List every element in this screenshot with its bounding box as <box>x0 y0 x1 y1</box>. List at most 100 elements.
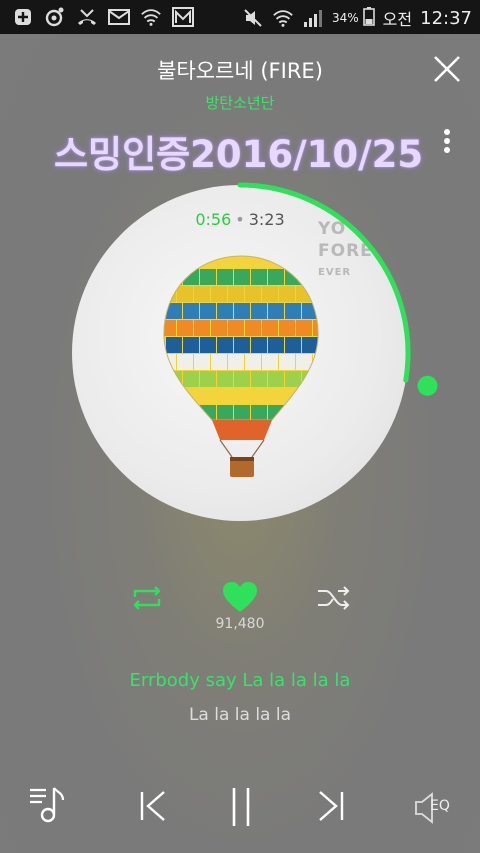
like-button[interactable] <box>221 580 259 614</box>
balloon-panel <box>245 286 261 302</box>
song-title: 불타오르네 (FIRE) <box>157 59 323 83</box>
balloon-panel <box>262 256 278 268</box>
balloon-panel <box>200 337 216 353</box>
balloon-panel <box>183 405 199 420</box>
balloon-panel <box>166 269 182 285</box>
balloon-panel <box>160 422 176 438</box>
balloon-panel <box>200 371 216 387</box>
time-separator: • <box>235 210 245 229</box>
battery-percent: 34% <box>332 11 359 25</box>
balloon-panel <box>245 320 261 336</box>
balloon-panel <box>245 354 261 370</box>
missed-call-icon <box>76 6 98 28</box>
playlist-button[interactable] <box>28 780 68 830</box>
balloon-panel <box>251 337 267 353</box>
balloon-panel <box>296 320 312 336</box>
balloon-panel <box>177 422 193 438</box>
balloon-panel <box>279 286 295 302</box>
balloon-panel <box>268 337 284 353</box>
balloon-panel <box>302 269 318 285</box>
balloon-panel <box>234 337 250 353</box>
balloon-panel <box>234 303 250 319</box>
balloon-panel <box>319 371 322 387</box>
status-bar: 34% 오전 12:37 <box>0 0 480 34</box>
streaming-proof-text: 스밍인증2016/10/25 <box>54 133 424 176</box>
balloon-panel <box>268 303 284 319</box>
balloon-panel <box>177 256 193 268</box>
skip-previous-icon <box>140 791 165 821</box>
balloon-panel <box>285 371 301 387</box>
balloon-panel <box>228 388 244 404</box>
playback-time: 0:56 • 3:23 <box>0 210 480 229</box>
current-time: 0:56 <box>195 210 232 229</box>
balloon-panel <box>251 371 267 387</box>
balloon-panel <box>313 286 319 302</box>
next-button[interactable] <box>316 790 346 826</box>
more-options-button[interactable] <box>442 128 452 154</box>
balloon-panel <box>177 286 193 302</box>
mail-icon <box>108 6 130 28</box>
balloon-panel <box>177 320 193 336</box>
balloon-panel <box>217 405 233 420</box>
balloon-panel <box>211 286 227 302</box>
balloon-panel <box>194 320 210 336</box>
close-button[interactable] <box>432 54 462 84</box>
wifi-icon <box>272 7 294 29</box>
record-icon <box>44 6 66 28</box>
balloon-panel <box>217 303 233 319</box>
balloon-panel <box>234 405 250 420</box>
balloon-panel <box>217 371 233 387</box>
progress-knob[interactable] <box>417 375 438 396</box>
shuffle-button[interactable] <box>316 586 352 610</box>
balloon-panel <box>279 320 295 336</box>
skip-next-icon <box>319 791 344 821</box>
previous-button[interactable] <box>138 790 168 826</box>
balloon-panel <box>279 354 295 370</box>
heart-icon <box>223 582 257 612</box>
balloon-panel <box>245 256 261 268</box>
lyric-next-line[interactable]: La la la la la <box>0 705 480 725</box>
balloon-panel <box>166 371 182 387</box>
balloon-panel <box>183 269 199 285</box>
balloon-panel <box>183 337 199 353</box>
balloon-panel <box>163 388 176 404</box>
balloon-panel <box>319 303 322 319</box>
balloon-panel <box>200 303 216 319</box>
wifi-call-icon <box>140 6 162 28</box>
repeat-icon <box>133 586 161 610</box>
playlist-music-icon <box>30 787 65 823</box>
pause-button[interactable] <box>228 786 254 832</box>
lyric-current-line[interactable]: Errbody say La la la la la <box>0 670 480 691</box>
balloon-panel <box>211 320 227 336</box>
balloon-panel <box>183 371 199 387</box>
balloon-panel <box>302 405 318 420</box>
balloon-panel <box>319 405 322 421</box>
hot-air-balloon-image <box>160 255 322 477</box>
clock: 12:37 <box>420 7 472 29</box>
bottom-control-bar: EQ <box>0 780 480 840</box>
balloon-panel <box>228 286 244 302</box>
balloon-panel <box>211 388 227 404</box>
balloon-panel <box>217 337 233 353</box>
balloon-panel <box>200 269 216 285</box>
balloon-panel <box>166 337 182 353</box>
balloon-panel <box>296 388 312 404</box>
like-count: 91,480 <box>215 616 265 632</box>
balloon-panel <box>211 354 227 370</box>
repeat-button[interactable] <box>129 585 165 611</box>
balloon-panel <box>228 354 244 370</box>
balloon-panel <box>251 303 267 319</box>
balloon-panel <box>285 337 301 353</box>
balloon-panel <box>285 303 301 319</box>
balloon-panel <box>194 422 210 438</box>
balloon-panel <box>245 388 261 404</box>
balloon-panel <box>262 388 278 404</box>
balloon-panel <box>268 269 284 285</box>
balloon-panel <box>268 371 284 387</box>
artist-name[interactable]: 방탄소년단 <box>0 92 480 113</box>
balloon-panel <box>279 422 295 438</box>
more-vertical-icon <box>444 129 450 153</box>
time-period: 오전 <box>382 10 413 29</box>
balloon-panel <box>183 303 199 319</box>
equalizer-button[interactable]: EQ <box>414 792 460 828</box>
